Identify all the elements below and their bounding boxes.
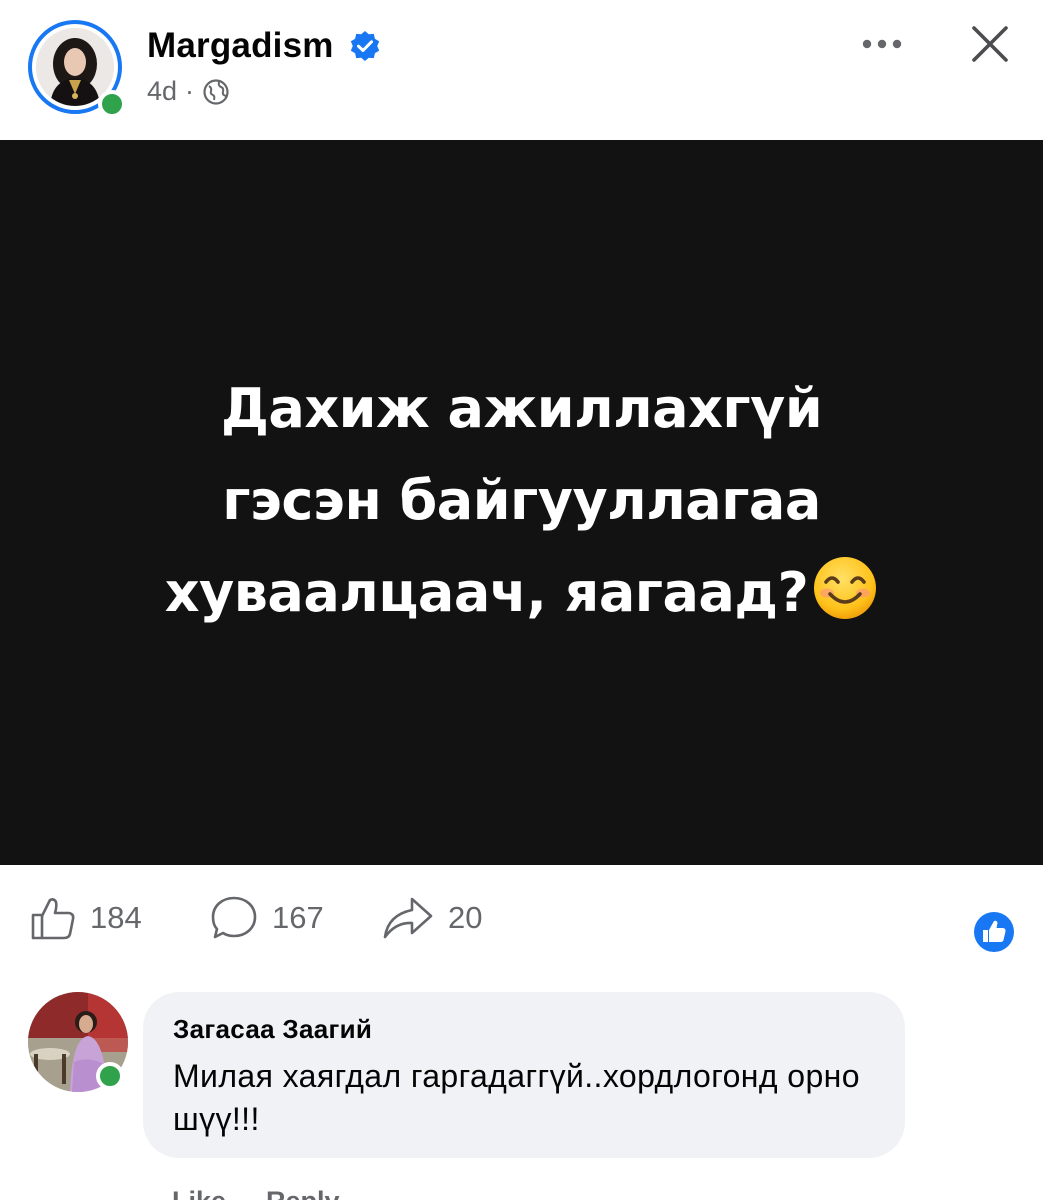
verified-badge-icon	[349, 30, 381, 62]
smiling-face-icon	[812, 555, 878, 621]
post-text-line-3: хуваалцаач, яагаад?	[164, 560, 809, 624]
post-detail-screen: Margadism 4d · Дахиж ажиллахгүй гэсэн ба…	[0, 0, 1043, 1200]
post-text-line-1: Дахиж ажиллахгүй	[220, 376, 823, 440]
close-button[interactable]	[960, 16, 1020, 72]
comment-actions: Like Reply	[172, 1186, 340, 1200]
more-horizontal-icon	[862, 39, 902, 49]
commenter-online-dot	[96, 1062, 124, 1090]
like-reaction-icon[interactable]	[973, 911, 1015, 953]
more-options-button[interactable]	[852, 22, 912, 66]
like-button[interactable]: 184	[30, 895, 142, 941]
globe-icon[interactable]	[202, 78, 230, 106]
comment-count: 167	[272, 900, 324, 935]
online-status-dot	[98, 90, 126, 118]
post-image-text: Дахиж ажиллахгүй гэсэн байгууллагаа хува…	[32, 363, 1012, 639]
share-button[interactable]: 20	[382, 895, 482, 941]
comment-bubble[interactable]: Загасаа Заагий Милая хаягдал гаргадаггүй…	[143, 992, 905, 1158]
post-actions-bar: 184 167 20	[0, 865, 1043, 970]
author-name[interactable]: Margadism	[147, 26, 334, 66]
share-arrow-icon	[383, 897, 433, 939]
thumbs-up-icon	[31, 898, 75, 940]
post-timestamp[interactable]: 4d	[147, 76, 177, 107]
like-count: 184	[90, 900, 142, 935]
post-image[interactable]: Дахиж ажиллахгүй гэсэн байгууллагаа хува…	[0, 140, 1043, 865]
comment-reply-link[interactable]: Reply	[266, 1186, 340, 1200]
comment-button[interactable]: 167	[210, 895, 324, 941]
post-text-line-3-wrap: хуваалцаач, яагаад?	[32, 547, 1012, 639]
close-icon	[972, 26, 1008, 62]
commenter-avatar[interactable]	[28, 992, 128, 1092]
meta-separator: ·	[185, 76, 195, 106]
post-text-line-2: гэсэн байгууллагаа	[222, 468, 821, 532]
comment-text: Милая хаягдал гаргадаггүй..хордлогонд ор…	[173, 1058, 860, 1137]
comment-item: Загасаа Заагий Милая хаягдал гаргадаггүй…	[0, 990, 1043, 1200]
share-count: 20	[448, 900, 483, 935]
commenter-name[interactable]: Загасаа Заагий	[173, 1014, 875, 1045]
comment-like-link[interactable]: Like	[172, 1186, 226, 1200]
post-meta: 4d ·	[147, 76, 230, 107]
author-avatar[interactable]	[28, 20, 128, 120]
post-header: Margadism 4d ·	[0, 0, 1043, 140]
comment-bubble-icon	[211, 896, 257, 939]
